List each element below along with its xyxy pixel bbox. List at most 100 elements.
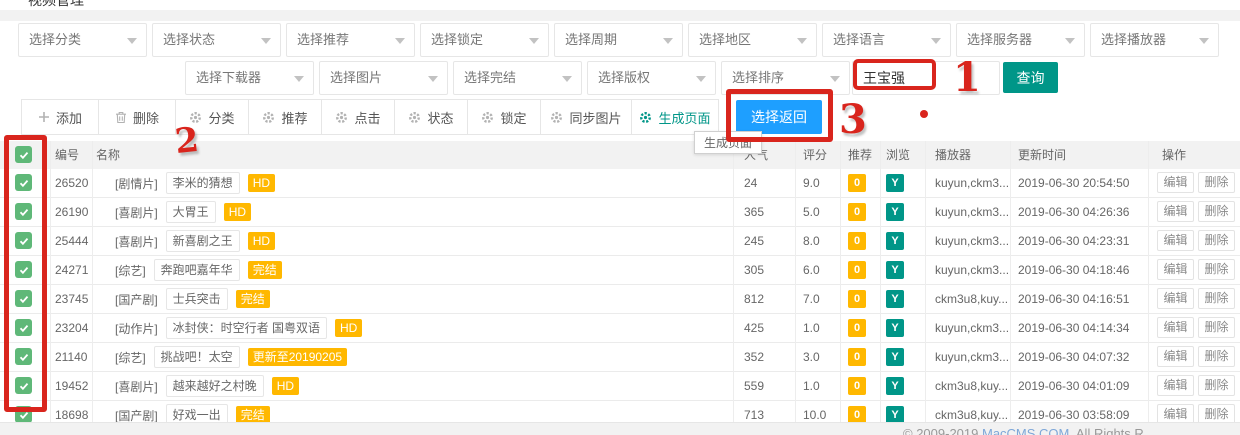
query-button[interactable]: 查询 [1003, 62, 1058, 93]
browse-badge[interactable]: Y [886, 203, 904, 221]
title-inline-input[interactable]: 士兵突击 [166, 288, 228, 310]
gear-icon [639, 111, 652, 124]
recommend-badge[interactable]: 0 [848, 377, 866, 395]
filter-select-category[interactable]: 选择分类 [18, 23, 147, 57]
status-badge: HD [248, 232, 275, 250]
edit-button[interactable]: 编辑 [1157, 317, 1194, 338]
filter-select-lock[interactable]: 选择锁定 [420, 23, 549, 57]
recommend-badge[interactable]: 0 [848, 174, 866, 192]
row-checkbox[interactable] [15, 261, 32, 278]
delete-button[interactable]: 删除 [1198, 259, 1235, 280]
toolbar-label: 同步图片 [569, 108, 621, 127]
table-row: 24271[综艺]奔跑吧嘉年华完结3056.00Ykuyun,ckm3...20… [0, 256, 1240, 285]
keyword-search-input[interactable] [852, 61, 1000, 95]
edit-button[interactable]: 编辑 [1157, 230, 1194, 251]
edit-button[interactable]: 编辑 [1157, 288, 1194, 309]
browse-badge[interactable]: Y [886, 348, 904, 366]
cell-name: [喜剧片]越来越好之村晚HD [115, 372, 299, 400]
recommend-badge[interactable]: 0 [848, 319, 866, 337]
filter-select-recommend[interactable]: 选择推荐 [286, 23, 415, 57]
table-row: 23204[动作片]冰封侠：时空行者 国粤双语HD4251.00Ykuyun,c… [0, 314, 1240, 343]
browse-badge[interactable]: Y [886, 232, 904, 250]
title-inline-input[interactable]: 大胃王 [166, 201, 216, 223]
filter-select-player[interactable]: 选择播放器 [1090, 23, 1219, 57]
browse-badge[interactable]: Y [886, 319, 904, 337]
select-all-checkbox[interactable] [15, 146, 32, 163]
category-label: [喜剧片] [115, 233, 158, 250]
edit-button[interactable]: 编辑 [1157, 172, 1194, 193]
delete-button[interactable]: 删除 [1198, 288, 1235, 309]
classify-button[interactable]: 分类 [175, 99, 249, 135]
edit-button[interactable]: 编辑 [1157, 201, 1194, 222]
delete-button[interactable]: 删除 [1198, 230, 1235, 251]
cell-score: 6.0 [803, 256, 820, 284]
status-button[interactable]: 状态 [394, 99, 468, 135]
browse-badge[interactable]: Y [886, 377, 904, 395]
filter-select-copyright[interactable]: 选择版权 [587, 61, 716, 95]
filter-select-status[interactable]: 选择状态 [152, 23, 281, 57]
filter-select-image[interactable]: 选择图片 [319, 61, 448, 95]
edit-button[interactable]: 编辑 [1157, 375, 1194, 396]
filter-select-server[interactable]: 选择服务器 [956, 23, 1085, 57]
title-inline-input[interactable]: 冰封侠：时空行者 国粤双语 [166, 317, 327, 339]
generate-page-button[interactable]: 生成页面 [631, 99, 719, 135]
filter-select-finished[interactable]: 选择完结 [453, 61, 582, 95]
hits-button[interactable]: 点击 [321, 99, 395, 135]
browse-badge[interactable]: Y [886, 290, 904, 308]
status-badge: HD [248, 174, 275, 192]
row-checkbox[interactable] [15, 203, 32, 220]
filter-select-sort[interactable]: 选择排序 [721, 61, 850, 95]
row-checkbox[interactable] [15, 290, 32, 307]
delete-button[interactable]: 删除 [1198, 346, 1235, 367]
row-checkbox[interactable] [15, 348, 32, 365]
row-checkbox[interactable] [15, 377, 32, 394]
row-checkbox[interactable] [15, 232, 32, 249]
row-checkbox[interactable] [15, 319, 32, 336]
title-inline-input[interactable]: 新喜剧之王 [166, 230, 240, 252]
select-return-button[interactable]: 选择返回 [736, 100, 822, 134]
browse-badge[interactable]: Y [886, 261, 904, 279]
recommend-badge[interactable]: 0 [848, 261, 866, 279]
cell-name: [动作片]冰封侠：时空行者 国粤双语HD [115, 314, 362, 342]
toolbar-label: 点击 [354, 108, 380, 127]
recommend-badge[interactable]: 0 [848, 348, 866, 366]
title-inline-input[interactable]: 李米的猜想 [166, 172, 240, 194]
cell-player: kuyun,ckm3... [935, 169, 1009, 197]
sync-image-button[interactable]: 同步图片 [540, 99, 632, 135]
filter-select-language[interactable]: 选择语言 [822, 23, 951, 57]
chevron-down-icon [395, 38, 405, 49]
cell-update-time: 2019-06-30 04:23:31 [1018, 227, 1129, 255]
row-checkbox[interactable] [15, 174, 32, 191]
title-inline-input[interactable]: 奔跑吧嘉年华 [154, 259, 240, 281]
filter-select-area[interactable]: 选择地区 [688, 23, 817, 57]
filter-select-downloader[interactable]: 选择下载器 [185, 61, 314, 95]
lock-button[interactable]: 锁定 [467, 99, 541, 135]
delete-button[interactable]: 删除 [98, 99, 176, 135]
chevron-down-icon [696, 76, 706, 87]
filter-select-cycle[interactable]: 选择周期 [554, 23, 683, 57]
toolbar-label: 添加 [56, 108, 82, 127]
title-inline-input[interactable]: 挑战吧！太空 [154, 346, 240, 368]
status-badge: 更新至20190205 [248, 348, 347, 366]
filter-select-label: 选择版权 [598, 70, 650, 85]
row-checkbox[interactable] [15, 406, 32, 423]
title-inline-input[interactable]: 越来越好之村晚 [166, 375, 264, 397]
edit-button[interactable]: 编辑 [1157, 346, 1194, 367]
delete-button[interactable]: 删除 [1198, 375, 1235, 396]
cell-popularity: 24 [744, 169, 757, 197]
cms-link[interactable]: MacCMS.COM [982, 426, 1069, 435]
recommend-button[interactable]: 推荐 [248, 99, 322, 135]
recommend-badge[interactable]: 0 [848, 232, 866, 250]
filter-select-label: 选择状态 [163, 32, 215, 47]
col-header-player: 播放器 [935, 141, 971, 169]
toolbar-label: 生成页面 [658, 108, 710, 127]
add-button[interactable]: 添加 [21, 99, 99, 135]
edit-button[interactable]: 编辑 [1157, 259, 1194, 280]
delete-button[interactable]: 删除 [1198, 317, 1235, 338]
delete-button[interactable]: 删除 [1198, 201, 1235, 222]
browse-badge[interactable]: Y [886, 174, 904, 192]
filter-select-label: 选择分类 [29, 32, 81, 47]
recommend-badge[interactable]: 0 [848, 203, 866, 221]
recommend-badge[interactable]: 0 [848, 290, 866, 308]
delete-button[interactable]: 删除 [1198, 172, 1235, 193]
